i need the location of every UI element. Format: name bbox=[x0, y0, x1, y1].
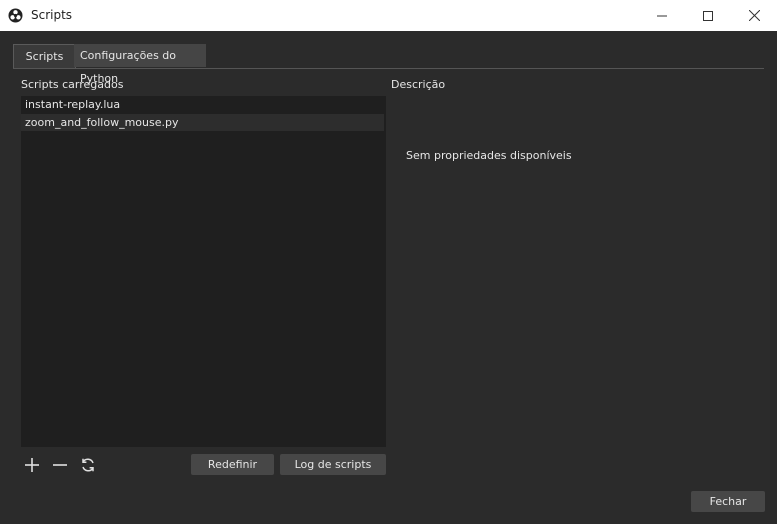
list-item[interactable]: instant-replay.lua bbox=[21, 96, 384, 113]
minimize-button[interactable] bbox=[639, 0, 685, 31]
maximize-button[interactable] bbox=[685, 0, 731, 31]
remove-script-button[interactable] bbox=[49, 455, 71, 475]
script-log-button[interactable]: Log de scripts bbox=[280, 454, 386, 475]
scripts-list[interactable]: instant-replay.lua zoom_and_follow_mouse… bbox=[21, 96, 386, 447]
loaded-scripts-heading: Scripts carregados bbox=[21, 78, 124, 91]
description-heading: Descrição bbox=[391, 78, 446, 91]
obs-logo-icon bbox=[8, 8, 23, 23]
plus-icon bbox=[25, 458, 39, 472]
close-icon bbox=[748, 10, 760, 21]
tab-scripts[interactable]: Scripts bbox=[13, 44, 76, 68]
refresh-icon bbox=[82, 458, 94, 472]
maximize-icon bbox=[703, 10, 713, 21]
tab-python-settings[interactable]: Configurações do Python bbox=[74, 44, 206, 85]
close-window-button[interactable] bbox=[731, 0, 777, 31]
minimize-icon bbox=[657, 15, 667, 16]
reset-button[interactable]: Redefinir bbox=[191, 454, 274, 475]
close-button[interactable]: Fechar bbox=[691, 491, 765, 512]
window-title: Scripts bbox=[31, 8, 73, 22]
title-bar: Scripts bbox=[0, 0, 777, 31]
tab-bar: Scripts Configurações do Python bbox=[13, 44, 764, 85]
no-properties-message: Sem propriedades disponíveis bbox=[406, 149, 572, 162]
reload-script-button[interactable] bbox=[77, 455, 99, 475]
minus-icon bbox=[53, 464, 67, 466]
add-script-button[interactable] bbox=[21, 455, 43, 475]
list-item[interactable]: zoom_and_follow_mouse.py bbox=[21, 114, 384, 131]
